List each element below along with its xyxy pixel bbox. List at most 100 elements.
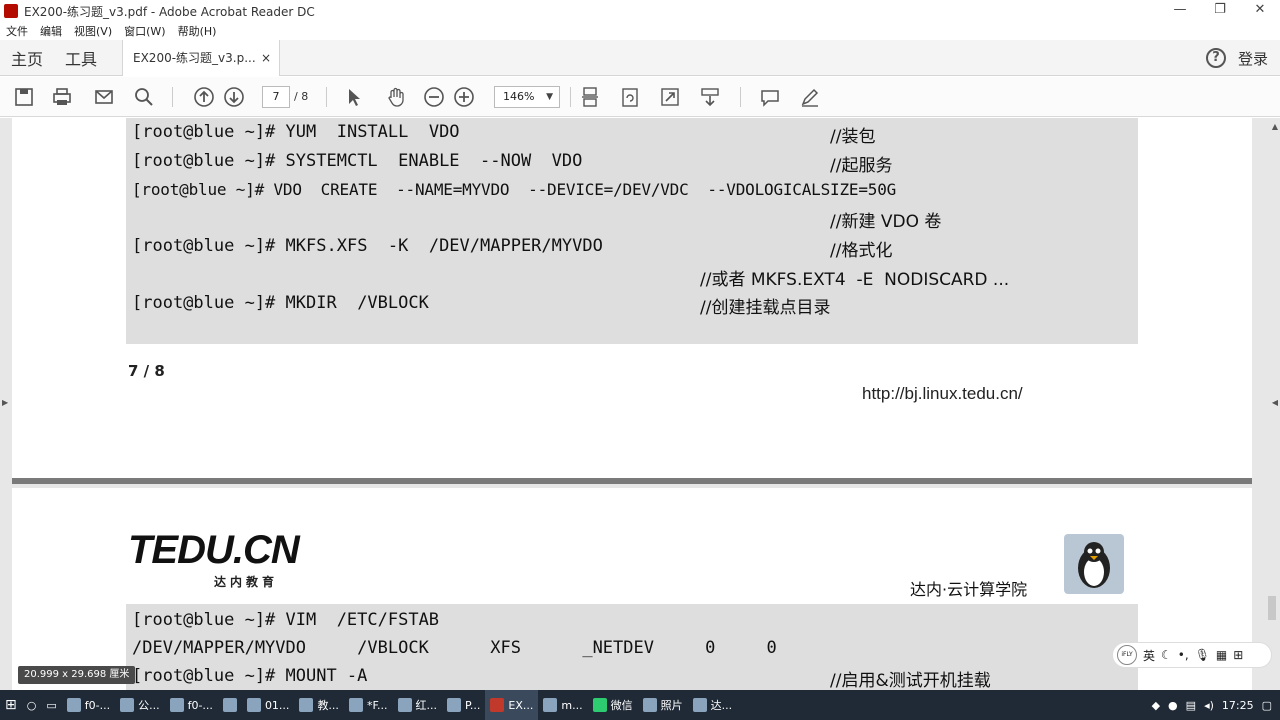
document-view[interactable]: [root@blue ~]# YUM INSTALL VDO //装包 [roo… xyxy=(0,118,1280,690)
logo-subtitle: 达内教育 xyxy=(214,575,279,589)
taskbar-item[interactable]: 照片 xyxy=(638,690,688,720)
code-line: [root@blue ~]# MKFS.XFS -K /DEV/MAPPER/M… xyxy=(132,236,603,256)
reading-mode-icon[interactable] xyxy=(698,85,722,109)
shell-command: VDO CREATE --NAME=MYVDO --DEVICE=/DEV/VD… xyxy=(273,180,897,199)
zoom-select[interactable]: 146% ▼ xyxy=(494,86,560,108)
rotate-page-icon[interactable] xyxy=(618,85,642,109)
taskbar-item[interactable]: f0-... xyxy=(62,690,115,720)
grid-icon[interactable]: ⊞ xyxy=(1233,648,1243,662)
app-icon xyxy=(299,698,314,712)
punctuation-icon[interactable]: •, xyxy=(1178,648,1189,662)
save-icon[interactable] xyxy=(12,85,36,109)
previous-page-icon[interactable] xyxy=(192,85,216,109)
help-icon[interactable]: ? xyxy=(1205,48,1226,68)
email-icon[interactable] xyxy=(92,85,116,109)
menu-bar: 文件 编辑 视图(V) 窗口(W) 帮助(H) xyxy=(0,22,1280,40)
tab-tools[interactable]: 工具 xyxy=(54,46,108,70)
code-comment: //新建 VDO 卷 xyxy=(830,212,942,232)
zoom-out-icon[interactable] xyxy=(422,85,446,109)
scroll-up-arrow-icon[interactable]: ▲ xyxy=(1272,122,1278,131)
photos-icon xyxy=(642,698,657,712)
code-line: [root@blue ~]# YUM INSTALL VDO xyxy=(132,122,460,142)
taskbar-item[interactable]: 01... xyxy=(242,690,295,720)
taskbar-item[interactable]: 红... xyxy=(393,690,443,720)
close-window-button[interactable]: ✕ xyxy=(1240,0,1280,22)
taskbar-item[interactable]: P... xyxy=(442,690,485,720)
code-line: [root@blue ~]# SYSTEMCTL ENABLE --NOW VD… xyxy=(132,151,582,171)
microphone-icon[interactable]: 🎙 xyxy=(1195,648,1210,662)
moon-icon[interactable]: ☾ xyxy=(1161,648,1172,662)
app-icon xyxy=(66,698,81,712)
ime-language[interactable]: 英 xyxy=(1143,647,1155,664)
login-button[interactable]: 登录 xyxy=(1238,48,1268,69)
hand-tool-icon[interactable] xyxy=(384,85,408,109)
tab-document[interactable]: EX200-练习题_v3.p... × xyxy=(122,39,280,76)
menu-file[interactable]: 文件 xyxy=(6,23,28,39)
zoom-in-icon[interactable] xyxy=(452,85,476,109)
toolbar-divider xyxy=(326,87,327,107)
tab-home[interactable]: 主页 xyxy=(0,46,54,70)
toolbar-divider xyxy=(570,87,571,107)
taskbar-item[interactable] xyxy=(218,690,242,720)
code-block: [root@blue ~]# VIM /ETC/FSTAB /DEV/MAPPE… xyxy=(126,604,1138,690)
input-method-bar[interactable]: iFLY 英 ☾ •, 🎙 ▦ ⊞ xyxy=(1112,642,1272,668)
pdf-page-8: TEDU.CN 达内教育 达内·云计算学院 [root@blue ~]# VIM… xyxy=(12,488,1252,690)
window-title: EX200-练习题_v3.pdf - Adobe Acrobat Reader … xyxy=(24,4,315,19)
menu-view[interactable]: 视图(V) xyxy=(74,23,112,39)
taskbar-item[interactable]: *F... xyxy=(344,690,393,720)
scroll-left-arrow-icon[interactable]: ▶ xyxy=(2,398,8,407)
taskbar-item[interactable]: 微信 xyxy=(588,690,638,720)
taskbar-item[interactable]: m... xyxy=(538,690,587,720)
linux-penguin-logo xyxy=(1064,534,1124,594)
volume-icon[interactable]: ◂) xyxy=(1204,699,1214,712)
ifly-logo-icon: iFLY xyxy=(1117,645,1137,665)
scroll-right-arrow-icon[interactable]: ◀ xyxy=(1272,398,1278,407)
keyboard-icon[interactable]: ▦ xyxy=(1216,648,1227,662)
title-bar: EX200-练习题_v3.pdf - Adobe Acrobat Reader … xyxy=(0,0,1280,22)
menu-edit[interactable]: 编辑 xyxy=(40,23,62,39)
task-view-button[interactable]: ▭ xyxy=(41,690,61,720)
minimize-button[interactable]: — xyxy=(1160,0,1200,22)
taskbar-item-acrobat[interactable]: EX... xyxy=(485,690,539,720)
code-line: [root@blue ~]# VDO CREATE --NAME=MYVDO -… xyxy=(132,180,896,199)
next-page-icon[interactable] xyxy=(222,85,246,109)
code-line: [root@blue ~]# MOUNT -A xyxy=(132,666,368,686)
taskbar-item[interactable]: 公... xyxy=(115,690,165,720)
search-icon[interactable] xyxy=(132,85,156,109)
notification-icon[interactable]: ▢ xyxy=(1262,699,1272,712)
scroll-mode-icon[interactable] xyxy=(578,85,602,109)
restore-button[interactable]: ❐ xyxy=(1200,0,1240,22)
network-icon[interactable]: ▤ xyxy=(1186,699,1196,712)
print-icon[interactable] xyxy=(50,85,74,109)
start-button[interactable]: ⊞ xyxy=(0,690,22,720)
page-number-input[interactable]: 7 xyxy=(262,86,290,108)
select-cursor-icon[interactable] xyxy=(342,85,366,109)
tray-icon[interactable]: ◆ xyxy=(1152,699,1160,712)
menu-window[interactable]: 窗口(W) xyxy=(124,23,165,39)
page-number-footer: 7 / 8 xyxy=(128,362,165,380)
pen-icon[interactable] xyxy=(798,85,822,109)
taskbar-item[interactable]: f0-... xyxy=(165,690,218,720)
zoom-value: 146% xyxy=(503,90,535,103)
taskbar: ⊞ ○ ▭ f0-... 公... f0-... 01... 教... *F..… xyxy=(0,690,1280,720)
comment-icon[interactable] xyxy=(758,85,782,109)
code-comment: //启用&测试开机挂载 xyxy=(830,671,991,690)
clock[interactable]: 17:25 xyxy=(1222,699,1254,712)
code-comment: //起服务 xyxy=(830,156,893,176)
app-icon xyxy=(169,698,184,712)
fit-page-icon[interactable] xyxy=(658,85,682,109)
code-comment: //装包 xyxy=(830,127,876,147)
chevron-down-icon: ▼ xyxy=(546,92,553,102)
app-icon xyxy=(222,698,237,712)
search-taskbar-button[interactable]: ○ xyxy=(22,690,42,720)
taskbar-item[interactable]: 达... xyxy=(688,690,738,720)
menu-help[interactable]: 帮助(H) xyxy=(178,23,217,39)
code-comment: //格式化 xyxy=(830,241,893,261)
tray-icon[interactable]: ● xyxy=(1168,699,1178,712)
taskbar-item[interactable]: 教... xyxy=(294,690,344,720)
code-comment: //创建挂载点目录 xyxy=(700,298,831,318)
task-view-icon: ▭ xyxy=(46,698,57,712)
app-icon xyxy=(397,698,412,712)
vertical-scrollbar-thumb[interactable] xyxy=(1268,596,1276,620)
close-tab-icon[interactable]: × xyxy=(261,51,271,65)
